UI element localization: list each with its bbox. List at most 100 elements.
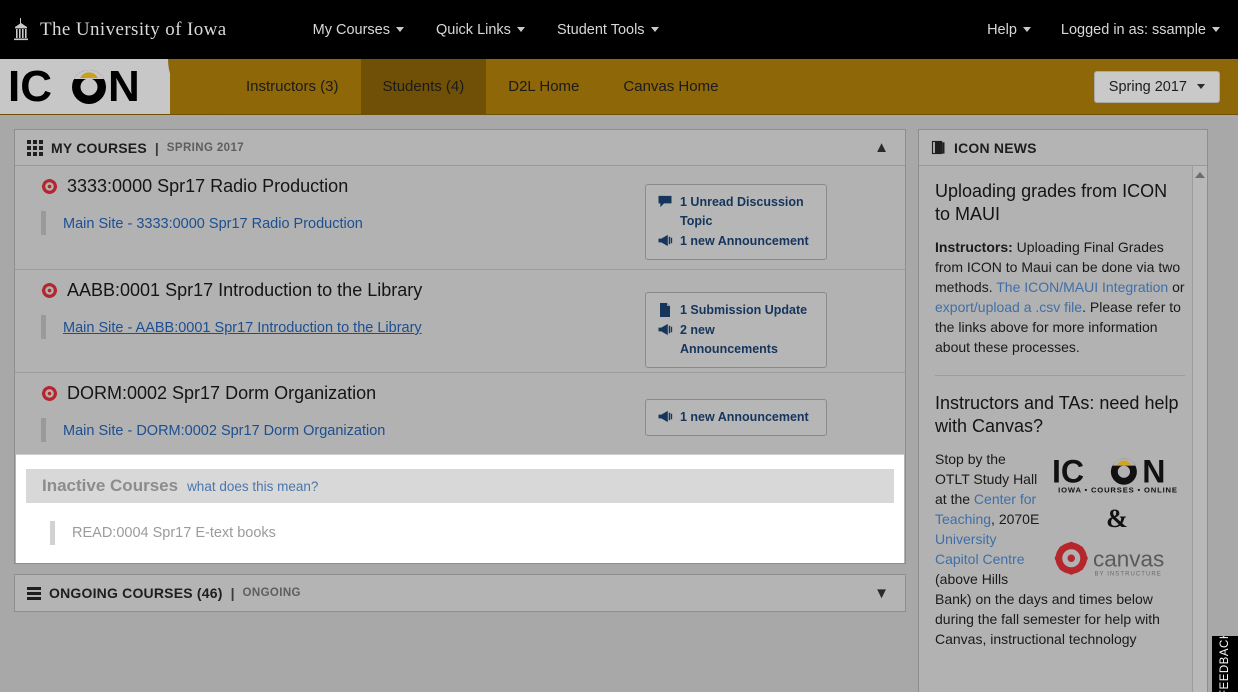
news-item-text-2: or xyxy=(1168,279,1185,295)
tab-instructors[interactable]: Instructors (3) xyxy=(224,59,361,114)
notification-item[interactable]: 2 new Announcements xyxy=(657,321,815,359)
course-notifications[interactable]: 1 new Announcement xyxy=(645,399,827,436)
tab-d2l-home[interactable]: D2L Home xyxy=(486,59,601,114)
inactive-courses-title: Inactive Courses xyxy=(42,476,179,495)
my-courses-widget: MY COURSES | SPRING 2017 ▲ 3333:0000 Spr… xyxy=(14,129,906,564)
my-courses-header: MY COURSES | SPRING 2017 ▲ xyxy=(15,130,905,166)
announcement-megaphone-icon xyxy=(658,410,673,423)
book-icon xyxy=(931,140,945,155)
inactive-courses-header: Inactive Courses what does this mean? xyxy=(26,469,894,503)
chevron-down-icon[interactable]: ▼ xyxy=(874,586,889,601)
feedback-tab-label: FEEDBACK xyxy=(1219,636,1231,692)
news-item-body-wrap: IC N IOWA • COURSES • ONLINE & canvas BY… xyxy=(935,449,1185,649)
svg-text:N: N xyxy=(108,65,140,109)
chevron-down-icon xyxy=(516,27,525,32)
course-main-site-link[interactable]: Main Site - DORM:0002 Spr17 Dorm Organiz… xyxy=(63,423,385,439)
course-accent-bar xyxy=(41,315,46,339)
nav-my-courses[interactable]: My Courses xyxy=(313,22,404,38)
my-courses-term: SPRING 2017 xyxy=(166,141,245,154)
ampersand-separator: & xyxy=(1106,504,1128,533)
university-of-iowa-logo[interactable]: The University of Iowa xyxy=(8,17,227,43)
icon-news-header: ICON NEWS xyxy=(919,130,1207,166)
course-block: DORM:0002 Spr17 Dorm Organization Main S… xyxy=(15,372,905,454)
tab-instructors-label: Instructors (3) xyxy=(246,78,339,95)
user-account-menu[interactable]: Logged in as: ssample xyxy=(1061,22,1220,38)
canvas-course-icon xyxy=(41,385,58,402)
term-selector[interactable]: Spring 2017 xyxy=(1093,70,1220,103)
notification-item[interactable]: 1 Unread Discussion Topic xyxy=(657,193,815,231)
announcement-megaphone-icon xyxy=(658,323,673,336)
notification-item[interactable]: 1 new Announcement xyxy=(657,408,815,427)
primary-nav: My Courses Quick Links Student Tools xyxy=(313,22,659,38)
course-accent-bar xyxy=(41,211,46,235)
announcement-megaphone-icon xyxy=(658,234,673,247)
news-link-csv-export[interactable]: export/upload a .csv file xyxy=(935,299,1082,315)
course-notifications[interactable]: 1 Unread Discussion Topic 1 new Announce… xyxy=(645,184,827,260)
icon-tabs: Instructors (3) Students (4) D2L Home Ca… xyxy=(224,59,740,114)
ongoing-courses-widget[interactable]: ONGOING COURSES (46) | ONGOING ▼ xyxy=(14,574,906,612)
news-item-heading: Instructors and TAs: need help with Canv… xyxy=(935,393,1179,436)
course-notifications[interactable]: 1 Submission Update 2 new Announcements xyxy=(645,292,827,368)
svg-text:N: N xyxy=(1142,453,1165,489)
news-divider xyxy=(935,375,1185,376)
course-title: AABB:0001 Spr17 Introduction to the Libr… xyxy=(67,280,423,300)
icon-logo: IC N xyxy=(8,65,140,109)
canvas-wordmark: canvas xyxy=(1093,547,1164,572)
svg-text:IC: IC xyxy=(8,65,52,109)
submission-document-icon xyxy=(660,303,670,317)
news-item-heading: Uploading grades from ICON to MAUI xyxy=(935,181,1168,224)
course-main-site-link[interactable]: Main Site - AABB:0001 Spr17 Introduction… xyxy=(63,320,422,336)
icon-news-title: ICON NEWS xyxy=(954,139,1037,156)
icon-logo-home-link[interactable]: IC N xyxy=(0,59,228,114)
canvas-course-icon xyxy=(41,282,58,299)
inactive-courses-help-link[interactable]: what does this mean? xyxy=(187,479,318,494)
tab-canvas-home[interactable]: Canvas Home xyxy=(601,59,740,114)
tab-students-label: Students (4) xyxy=(382,78,465,95)
my-courses-body: 3333:0000 Spr17 Radio Production Main Si… xyxy=(15,166,905,563)
canvas-mark xyxy=(1054,541,1088,575)
course-main-site-link[interactable]: Main Site - 3333:0000 Spr17 Radio Produc… xyxy=(63,216,363,232)
course-title: 3333:0000 Spr17 Radio Production xyxy=(67,176,349,196)
ongoing-courses-header[interactable]: ONGOING COURSES (46) | ONGOING ▼ xyxy=(15,575,905,611)
notification-text: 1 new Announcement xyxy=(680,234,809,248)
nav-help[interactable]: Help xyxy=(987,22,1031,38)
news-link-university-capitol-centre[interactable]: University Capitol Centre xyxy=(935,531,1025,567)
scroll-up-arrow-icon[interactable] xyxy=(1195,172,1205,178)
nav-my-courses-label: My Courses xyxy=(312,21,390,38)
canvas-course-icon xyxy=(41,178,58,195)
notification-text: 1 Submission Update xyxy=(680,303,808,317)
notification-item[interactable]: 1 Submission Update xyxy=(657,301,815,320)
title-separator: | xyxy=(230,585,235,601)
notification-text: 2 new Announcements xyxy=(680,323,778,356)
inactive-courses-section: Inactive Courses what does this mean? RE… xyxy=(16,454,904,563)
nav-quick-links[interactable]: Quick Links xyxy=(436,22,525,38)
course-block: AABB:0001 Spr17 Introduction to the Libr… xyxy=(15,269,905,372)
chevron-down-icon xyxy=(1022,27,1031,32)
user-account-label: Logged in as: ssample xyxy=(1060,21,1206,38)
news-scrollbar[interactable] xyxy=(1192,166,1207,692)
chevron-down-icon xyxy=(650,27,659,32)
inactive-course-item: READ:0004 Spr17 E-text books xyxy=(26,521,894,545)
tab-students[interactable]: Students (4) xyxy=(360,59,487,114)
icon-news-widget: ICON NEWS Uploading grades from ICON to … xyxy=(918,129,1208,692)
news-link-icon-maui-integration[interactable]: The ICON/MAUI Integration xyxy=(996,279,1168,295)
notification-text: 1 Unread Discussion Topic xyxy=(680,195,804,228)
nav-quick-links-label: Quick Links xyxy=(435,21,511,38)
feedback-tab[interactable]: FEEDBACK xyxy=(1212,636,1238,692)
discussion-bubble-icon xyxy=(658,195,672,208)
nav-student-tools[interactable]: Student Tools xyxy=(557,22,659,38)
chevron-up-icon[interactable]: ▲ xyxy=(874,140,889,155)
svg-text:IOWA • COURSES • ONLINE: IOWA • COURSES • ONLINE xyxy=(1058,485,1178,494)
grid-icon xyxy=(27,139,43,156)
icon-tab-bar: IC N Instructors (3) Students (4) D2L Ho… xyxy=(0,59,1238,115)
notification-item[interactable]: 1 new Announcement xyxy=(657,232,815,251)
old-capitol-icon xyxy=(14,17,28,40)
list-icon xyxy=(27,586,41,600)
news-logos: IC N IOWA • COURSES • ONLINE & canvas BY… xyxy=(1049,453,1185,585)
svg-text:IC: IC xyxy=(1052,453,1084,489)
tab-canvas-home-label: Canvas Home xyxy=(623,78,719,95)
course-block: 3333:0000 Spr17 Radio Production Main Si… xyxy=(15,166,905,269)
my-courses-title: MY COURSES xyxy=(51,139,147,156)
canvas-tagline: BY INSTRUCTURE xyxy=(1095,572,1162,578)
canvas-logo: canvas BY INSTRUCTURE xyxy=(1054,541,1164,578)
